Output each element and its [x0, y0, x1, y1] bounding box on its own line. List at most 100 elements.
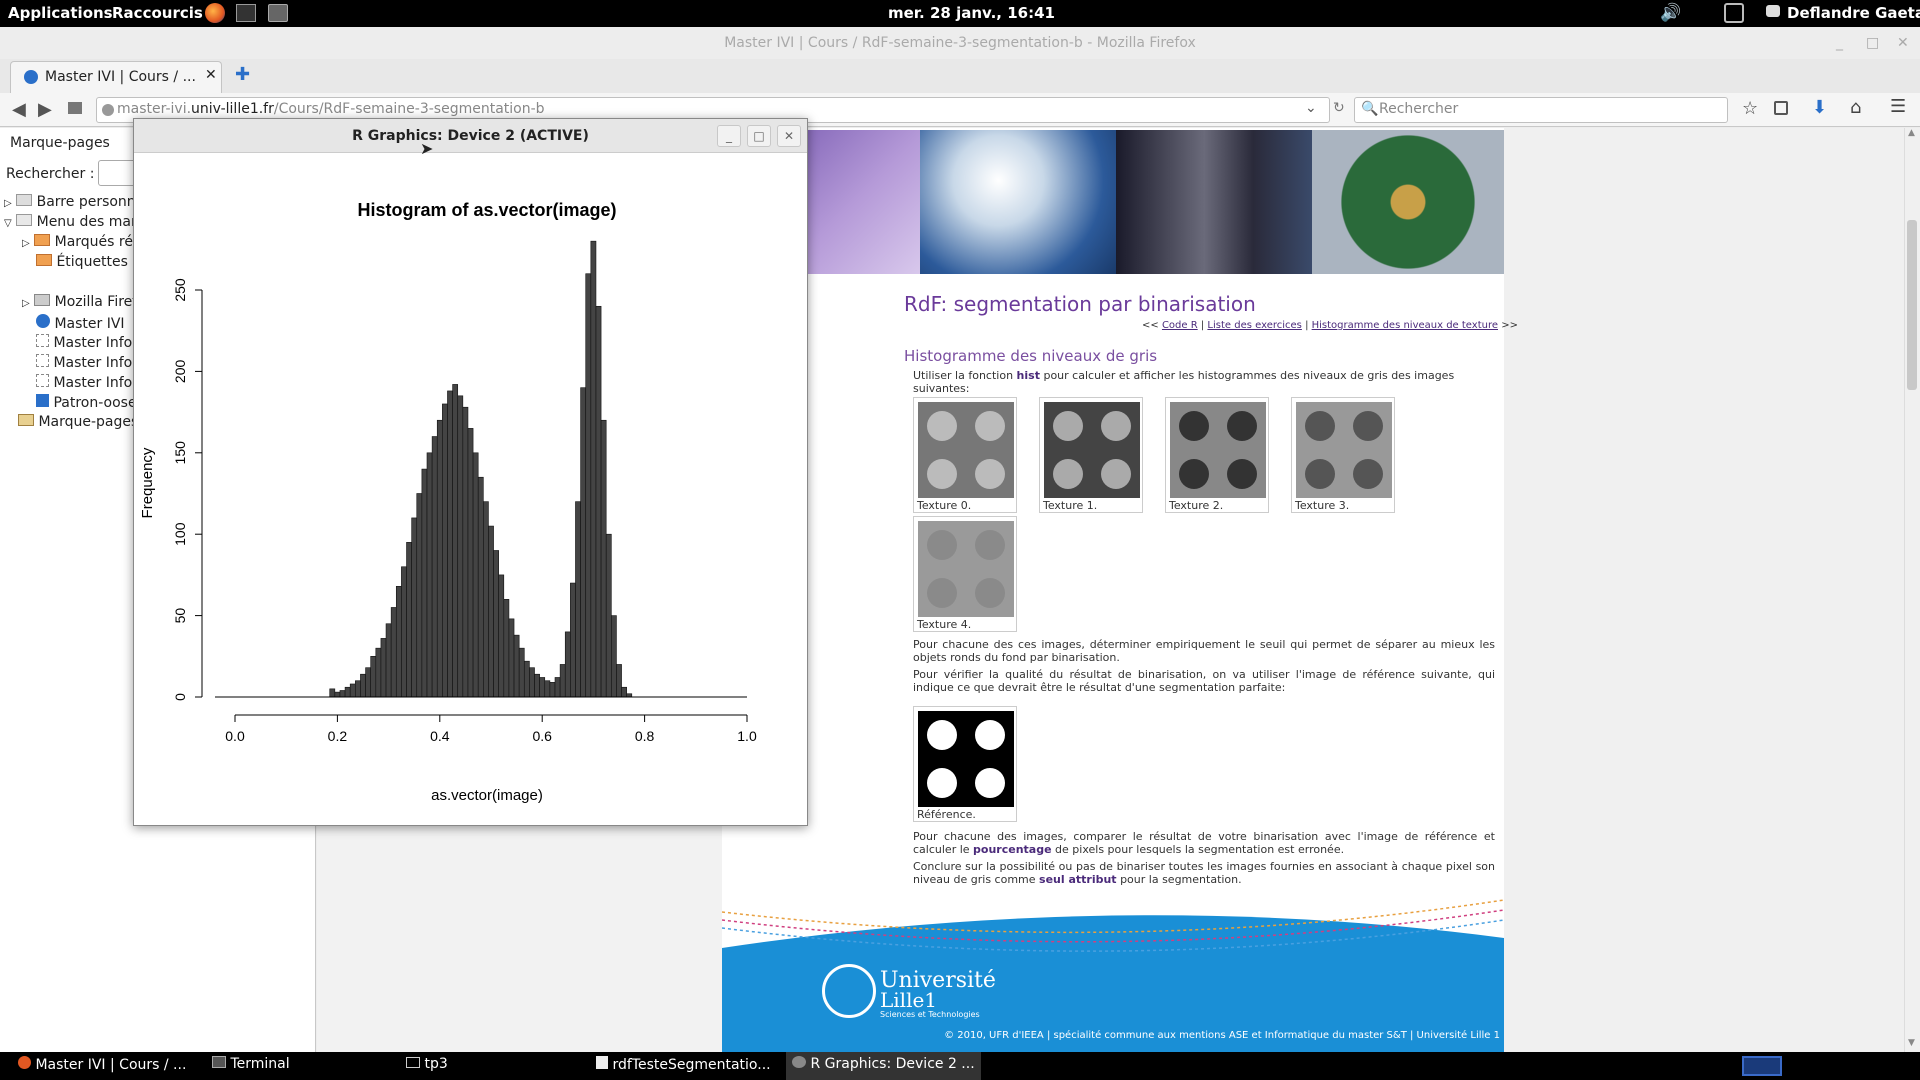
minimize-icon[interactable]: _	[1836, 27, 1843, 59]
url-dropdown-icon[interactable]: ⌄	[1305, 100, 1317, 116]
clock[interactable]: mer. 28 janv., 16:41	[888, 4, 1055, 22]
forward-icon[interactable]: ▶	[38, 99, 52, 120]
reload-icon[interactable]: ↻	[1333, 100, 1345, 116]
texture-4-thumbnail[interactable]: Texture 4.	[913, 516, 1017, 632]
bookmarks-list-icon[interactable]	[1774, 101, 1788, 115]
sidebar-item-mozilla-firefox[interactable]: ▷ Mozilla Firef	[22, 294, 137, 310]
histogram-bar	[590, 240, 597, 698]
terminal-launcher-icon[interactable]	[236, 4, 256, 22]
sidebar-item-menu-marque[interactable]: ▽ Menu des marq	[4, 214, 145, 230]
histogram-bar	[406, 542, 412, 698]
logo-line2: Lille1	[880, 988, 938, 1012]
tab-master-ivi[interactable]: Master IVI | Cours / ... ✕	[10, 61, 222, 93]
histogram-bar	[390, 607, 397, 698]
task-terminal[interactable]: Terminal	[212, 1056, 290, 1072]
banner-circuit-image	[1312, 130, 1504, 274]
sidebar-item-barre-perso[interactable]: ▷ Barre personn	[4, 194, 136, 210]
paragraph-threshold: Pour chacune des ces images, déterminer …	[913, 638, 1495, 664]
x-axis: 0.0 0.2 0.4 0.6 0.8 1.0	[225, 714, 757, 744]
histogram-bar	[523, 660, 530, 698]
sidebar-item-master-info-2[interactable]: Master Info	[36, 354, 132, 371]
y-tick-label: 150	[172, 441, 188, 465]
task-rdftestesegmentation[interactable]: rdfTesteSegmentatio...	[596, 1056, 771, 1073]
sidebar-item-etiquettes[interactable]: Étiquettes r	[36, 254, 138, 270]
sidebar-toggle-icon[interactable]	[68, 102, 82, 114]
task-tp3[interactable]: tp3	[406, 1056, 448, 1072]
texture-3-thumbnail[interactable]: Texture 3.	[1291, 397, 1395, 513]
histogram-bar	[488, 525, 494, 698]
sidebar-item-label: Mozilla Firef	[54, 294, 138, 310]
search-placeholder: Rechercher	[1379, 101, 1459, 117]
sidebar-search-input[interactable]	[98, 160, 138, 186]
workspace-switcher[interactable]	[1742, 1056, 1782, 1076]
texture-4-image	[918, 521, 1014, 617]
section-title: RdF: segmentation par binarisation	[904, 292, 1256, 316]
task-r-graphics[interactable]: R Graphics: Device 2 ...	[786, 1052, 981, 1080]
histogram-bar	[349, 683, 356, 698]
link-exercises[interactable]: Liste des exercices	[1207, 320, 1301, 331]
downloads-icon[interactable]: ⬇	[1812, 97, 1827, 118]
sidebar-item-label: Menu des marq	[36, 214, 146, 230]
url-text[interactable]: master-ivi.univ-lille1.fr/Cours/RdF-sema…	[117, 101, 545, 117]
maximize-icon[interactable]: □	[1866, 27, 1879, 59]
tab-close-icon[interactable]: ✕	[205, 67, 217, 83]
top-panel: Applications Raccourcis mer. 28 janv., 1…	[0, 0, 1920, 27]
reference-thumbnail[interactable]: Référence.	[913, 706, 1017, 822]
histogram-bar	[585, 273, 592, 698]
menu-icon[interactable]: ☰	[1890, 96, 1906, 117]
r-maximize-button[interactable]: □	[747, 125, 771, 147]
volume-icon[interactable]: 🔊	[1660, 3, 1682, 23]
histogram-bar	[503, 599, 510, 698]
firefox-icon	[18, 1056, 31, 1069]
histogram-bar	[416, 493, 423, 698]
close-icon[interactable]: ✕	[1897, 27, 1909, 59]
banner-vr-room-image	[1116, 130, 1312, 274]
histogram-bar	[395, 585, 402, 698]
chart-title: Histogram of as.vector(image)	[357, 200, 616, 220]
histogram-bar	[493, 550, 499, 698]
applications-menu[interactable]: Applications	[8, 4, 113, 22]
x-tick-label: 0.2	[328, 728, 348, 744]
tab-label: Master IVI | Cours / ...	[45, 69, 196, 85]
sidebar-item-marques-recemment[interactable]: ▷ Marqués ré	[22, 234, 133, 250]
scroll-down-icon[interactable]: ▼	[1908, 1038, 1915, 1048]
histogram-bar	[472, 452, 479, 698]
screenshot-launcher-icon[interactable]	[268, 4, 288, 22]
user-menu[interactable]: Deflandre Gaetan	[1787, 4, 1920, 22]
tab-strip	[0, 59, 1920, 93]
shortcuts-menu[interactable]: Raccourcis	[112, 4, 203, 22]
sidebar-item-master-info-3[interactable]: Master Info	[36, 374, 132, 391]
texture-2-thumbnail[interactable]: Texture 2.	[1165, 397, 1269, 513]
r-window-titlebar[interactable]: R Graphics: Device 2 (ACTIVE)	[134, 119, 807, 153]
sidebar-item-master-info-1[interactable]: Master Info	[36, 334, 132, 351]
home-icon[interactable]: ⌂	[1850, 97, 1861, 118]
sidebar-item-label: Master Info	[53, 335, 133, 351]
back-icon[interactable]: ◀	[12, 99, 26, 120]
bookmark-star-icon[interactable]: ☆	[1742, 98, 1758, 119]
search-bar[interactable]: 🔍 Rechercher	[1354, 97, 1728, 123]
r-minimize-button[interactable]: _	[717, 125, 741, 147]
r-graphics-window[interactable]: R Graphics: Device 2 (ACTIVE) _ □ ✕ Hist…	[133, 118, 808, 826]
sidebar-item-patron-oose[interactable]: Patron-oose	[36, 394, 137, 411]
task-label: Terminal	[230, 1056, 290, 1072]
link-texture-histogram[interactable]: Histogramme des niveaux de texture	[1312, 320, 1498, 331]
histogram-bar	[559, 664, 566, 698]
footer-text: © 2010, UFR d'IEEA | spécialité commune …	[944, 1030, 1500, 1041]
texture-0-thumbnail[interactable]: Texture 0.	[913, 397, 1017, 513]
site-identity-icon[interactable]	[102, 104, 114, 116]
task-firefox[interactable]: Master IVI | Cours / ...	[18, 1056, 186, 1073]
link-code-r[interactable]: Code R	[1162, 320, 1198, 331]
r-close-button[interactable]: ✕	[777, 125, 801, 147]
page-scrollbar[interactable]: ▲ ▼	[1904, 128, 1920, 1052]
accessibility-icon[interactable]	[1724, 3, 1744, 23]
histogram-bar	[549, 682, 556, 698]
firefox-launcher-icon[interactable]	[205, 3, 225, 23]
sidebar-item-marque-pages[interactable]: Marque-pages	[18, 414, 138, 430]
histogram-bar	[426, 452, 433, 698]
histogram-bar	[595, 305, 602, 698]
texture-1-thumbnail[interactable]: Texture 1.	[1039, 397, 1143, 513]
scrollbar-thumb[interactable]	[1907, 220, 1917, 390]
scroll-up-icon[interactable]: ▲	[1908, 128, 1915, 138]
sidebar-item-master-ivi[interactable]: Master IVI	[36, 314, 125, 332]
new-tab-icon[interactable]: ✚	[235, 64, 250, 85]
